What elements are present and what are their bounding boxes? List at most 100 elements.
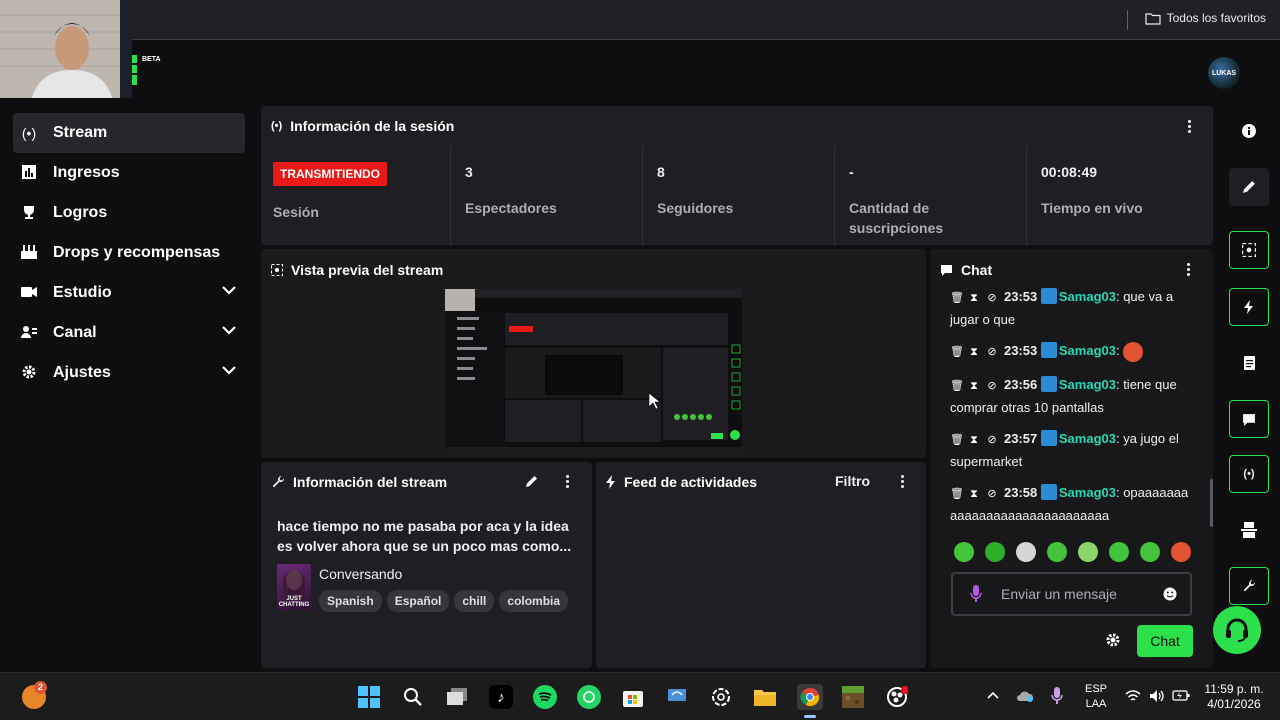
ban-icon[interactable]: ⊘: [986, 288, 998, 309]
edit-pencil-icon: [1243, 181, 1255, 193]
volume-icon[interactable]: [1149, 689, 1165, 703]
emote-icon[interactable]: [954, 542, 974, 562]
sidebar-item-ajustes[interactable]: Ajustes: [13, 353, 245, 393]
tag[interactable]: colombia: [499, 590, 569, 612]
activity-toggle-button[interactable]: [1229, 288, 1269, 326]
emote-icon[interactable]: [1140, 542, 1160, 562]
message-username[interactable]: Samag03: [1059, 343, 1116, 358]
chat-input[interactable]: Enviar un mensaje: [951, 572, 1192, 616]
delete-icon[interactable]: 🗑: [950, 430, 964, 451]
mod-actions-button[interactable]: [1229, 511, 1269, 549]
windows-start-icon[interactable]: [357, 685, 381, 709]
emote-icon[interactable]: [985, 542, 1005, 562]
sidebar-item-logros[interactable]: Logros: [13, 193, 245, 233]
emote-icon[interactable]: [1016, 542, 1036, 562]
top-navigation: BETA LUKAS: [132, 41, 1280, 98]
sidebar-item-label: Stream: [53, 124, 108, 141]
delete-icon[interactable]: 🗑: [950, 484, 964, 505]
tiktok-icon[interactable]: ♪: [489, 685, 513, 709]
timeout-icon[interactable]: ⧗: [968, 484, 980, 505]
chevron-up-icon[interactable]: [987, 691, 999, 699]
emote-icon[interactable]: [1047, 542, 1067, 562]
category-name[interactable]: Conversando: [319, 566, 402, 582]
category-art-text: JUST CHATTING: [278, 596, 310, 608]
chat-header: Chat: [940, 262, 992, 278]
edit-button[interactable]: [1229, 168, 1269, 206]
emote-icon[interactable]: [1109, 542, 1129, 562]
microsoft-store-icon[interactable]: [621, 685, 645, 709]
search-icon[interactable]: [401, 685, 425, 709]
chat-bubble-icon: [941, 265, 952, 276]
info-button[interactable]: [1229, 112, 1269, 150]
chat-send-button[interactable]: Chat: [1137, 625, 1193, 657]
edit-pencil-icon[interactable]: [525, 475, 538, 488]
timeout-icon[interactable]: ⧗: [968, 430, 980, 451]
delete-icon[interactable]: 🗑: [950, 288, 964, 309]
onedrive-icon[interactable]: [1016, 689, 1034, 703]
user-avatar[interactable]: LUKAS: [1208, 57, 1240, 89]
session-toggle-button[interactable]: (•): [1229, 455, 1269, 493]
emote-icon[interactable]: [1171, 542, 1191, 562]
sidebar-item-canal[interactable]: Canal: [13, 313, 245, 353]
file-explorer-icon[interactable]: [753, 685, 777, 709]
delete-icon[interactable]: 🗑: [950, 376, 964, 397]
sidebar-item-drops[interactable]: Drops y recompensas: [13, 233, 245, 273]
chat-scrollbar[interactable]: [1210, 479, 1213, 527]
tag[interactable]: Español: [386, 590, 450, 612]
support-button[interactable]: [1213, 606, 1261, 654]
timeout-icon[interactable]: ⧗: [968, 376, 980, 397]
stream-info-toggle-button[interactable]: [1229, 567, 1269, 605]
emoji-icon[interactable]: [1163, 587, 1177, 601]
all-favorites-link[interactable]: Todos los favoritos: [1145, 11, 1266, 25]
timeout-icon[interactable]: ⧗: [968, 288, 980, 309]
minecraft-icon[interactable]: [841, 685, 865, 709]
ban-icon[interactable]: ⊘: [986, 484, 998, 505]
more-options-icon[interactable]: [1186, 263, 1190, 277]
sidebar-item-estudio[interactable]: Estudio: [13, 273, 245, 313]
delete-icon[interactable]: 🗑: [950, 342, 964, 363]
stream-preview-video[interactable]: [445, 289, 742, 457]
sidebar-item-stream[interactable]: (•) Stream: [13, 113, 245, 153]
message-username[interactable]: Samag03: [1059, 431, 1116, 446]
spotify-icon[interactable]: [533, 685, 557, 709]
microphone-icon[interactable]: [970, 585, 982, 603]
sidebar-item-ingresos[interactable]: Ingresos: [13, 153, 245, 193]
language-indicator[interactable]: ESP LAA: [1080, 682, 1112, 712]
message-username[interactable]: Samag03: [1059, 485, 1116, 500]
remote-desktop-icon[interactable]: [665, 685, 689, 709]
tag[interactable]: Spanish: [319, 590, 382, 612]
stat-viewers: 3 Espectadores: [450, 146, 642, 246]
chatgpt-icon[interactable]: [709, 685, 733, 709]
preview-toggle-button[interactable]: [1229, 231, 1269, 269]
message-username[interactable]: Samag03: [1059, 289, 1116, 304]
notes-button[interactable]: [1229, 344, 1269, 382]
chat-toggle-button[interactable]: [1229, 400, 1269, 438]
notification-badge: 2: [34, 681, 47, 694]
wifi-icon[interactable]: [1125, 689, 1141, 702]
chrome-icon[interactable]: [797, 684, 823, 710]
timeout-icon[interactable]: ⧗: [968, 342, 980, 363]
tag[interactable]: chill: [454, 590, 495, 612]
folder-icon: [1145, 12, 1161, 25]
ban-icon[interactable]: ⊘: [986, 376, 998, 397]
task-view-icon[interactable]: [445, 685, 469, 709]
chat-settings-gear-icon[interactable]: [1106, 633, 1120, 647]
whatsapp-icon[interactable]: [577, 685, 601, 709]
message-username[interactable]: Samag03: [1059, 377, 1116, 392]
category-box-art[interactable]: JUST CHATTING: [277, 564, 311, 610]
microphone-icon[interactable]: [1051, 687, 1063, 705]
obs-icon[interactable]: [885, 685, 909, 709]
session-status: TRANSMITIENDO Sesión: [261, 146, 451, 246]
more-options-icon[interactable]: [900, 475, 904, 489]
chat-title: Chat: [961, 262, 993, 278]
clock[interactable]: 11:59 p. m. 4/01/2026: [1196, 682, 1272, 712]
ban-icon[interactable]: ⊘: [986, 342, 998, 363]
emote-icon[interactable]: [1078, 542, 1098, 562]
ban-icon[interactable]: ⊘: [986, 430, 998, 451]
more-options-icon[interactable]: [565, 475, 569, 489]
battery-icon[interactable]: [1172, 689, 1190, 702]
filter-button[interactable]: Filtro: [835, 473, 870, 489]
all-favorites-label: Todos los favoritos: [1166, 11, 1266, 25]
stat-label: Cantidad de suscripciones: [849, 200, 944, 236]
more-options-icon[interactable]: [1187, 120, 1191, 134]
